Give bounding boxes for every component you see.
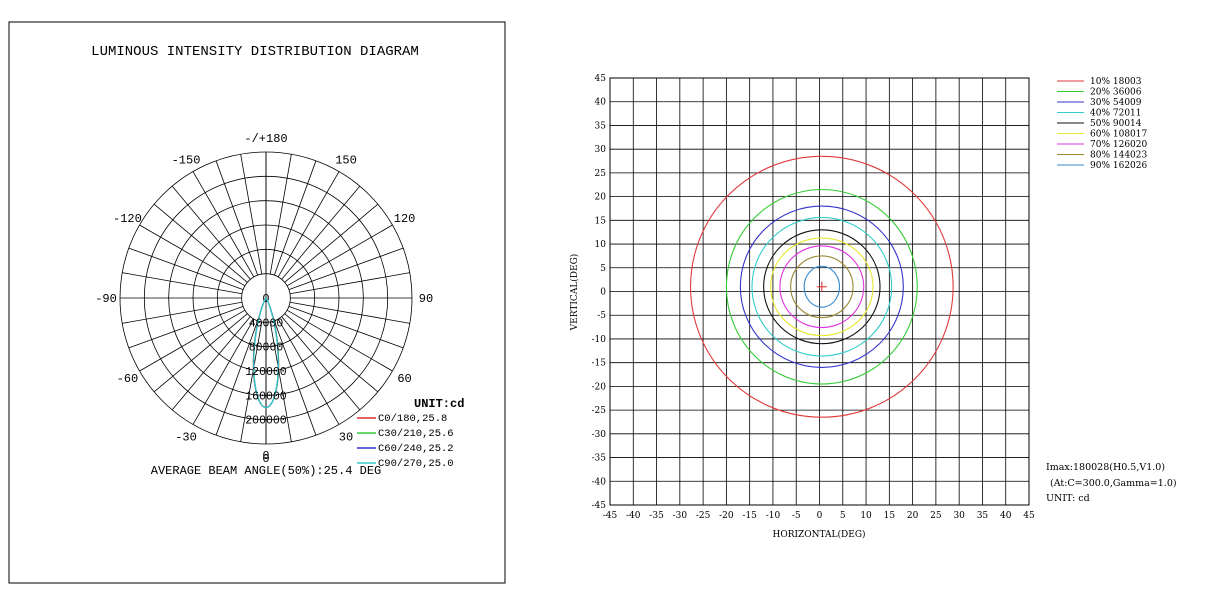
y-tick-label: 10 (595, 240, 607, 250)
y-tick-label: 25 (595, 169, 607, 179)
x-tick-label: 40 (1000, 511, 1012, 521)
x-tick-label: -30 (673, 511, 688, 521)
iso-legend-label: 80% 144023 (1090, 151, 1147, 161)
polar-legend-label: C30/210,25.6 (378, 428, 454, 440)
y-tick-label: 20 (595, 193, 607, 203)
x-tick-label: -35 (649, 511, 664, 521)
polar-tick-label: 160000 (245, 390, 287, 403)
isocandela-chart: -45 -40 -35 -30 -25 -20 -15 -10 -5 0 5 10 15 20 25 30 35… (569, 74, 1177, 540)
y-tick-label: -45 (592, 501, 607, 511)
polar-angle-label: 90 (419, 292, 433, 306)
isocandela-legend: 10% 1800320% 3600630% 5400940% 7201150% … (1057, 77, 1147, 171)
x-tick-label: -25 (696, 511, 711, 521)
polar-tick-label: 40000 (249, 317, 284, 330)
x-tick-label: 25 (930, 511, 942, 521)
polar-legend-label: C90/270,25.0 (378, 458, 454, 470)
y-axis-label: VERTICAL(DEG) (569, 254, 580, 332)
x-tick-label: -10 (766, 511, 781, 521)
x-tick-label: -20 (719, 511, 734, 521)
y-tick-label: -10 (592, 335, 607, 345)
y-tick-label: 35 (595, 121, 607, 131)
iso-legend-label: 20% 36006 (1090, 88, 1142, 98)
iso-legend-label: 90% 162026 (1090, 161, 1147, 171)
y-tick-label: -20 (592, 382, 607, 392)
polar-legend-label: C0/180,25.8 (378, 413, 447, 425)
y-tick-label: 0 (600, 288, 606, 298)
unit-label: UNIT:cd (414, 397, 464, 411)
polar-legend-label: C60/240,25.2 (378, 443, 454, 455)
iso-legend-label: 60% 108017 (1090, 130, 1147, 140)
x-tick-label: -15 (742, 511, 757, 521)
polar-tick-label: 120000 (245, 366, 287, 379)
x-tick-label: 15 (884, 511, 896, 521)
x-tick-label: 0 (817, 511, 823, 521)
x-tick-label: 35 (977, 511, 989, 521)
iso-legend-label: 30% 54009 (1090, 98, 1142, 108)
polar-chart: LUMINOUS INTENSITY DISTRIBUTION DIAGRAM … (8, 21, 506, 584)
isocandela-contours (689, 155, 954, 418)
x-tick-label: 30 (953, 511, 965, 521)
x-tick-label: -5 (792, 511, 801, 521)
polar-title: LUMINOUS INTENSITY DISTRIBUTION DIAGRAM (91, 44, 419, 60)
y-tick-label: -35 (592, 454, 607, 464)
x-tick-label: 10 (860, 511, 872, 521)
imax-info: Imax:180028(H0.5,V1.0) (1046, 462, 1165, 473)
y-tick-label: -40 (592, 477, 607, 487)
y-tick-label: 30 (595, 145, 607, 155)
isocandela-ticks: -45 -40 -35 -30 -25 -20 -15 -10 -5 0 5 10 15 20 25 30 35… (592, 74, 1035, 521)
x-tick-label: 45 (1023, 511, 1035, 521)
polar-angle-label: -60 (117, 372, 139, 386)
polar-angle-label: 60 (397, 372, 411, 386)
y-tick-label: 15 (595, 216, 607, 226)
polar-angle-label: -30 (175, 431, 197, 445)
polar-angle-label: 120 (394, 212, 416, 226)
polar-angle-label: -90 (95, 292, 117, 306)
iso-legend-label: 10% 18003 (1090, 77, 1142, 87)
y-tick-label: -5 (597, 311, 606, 321)
x-tick-label: -45 (603, 511, 618, 521)
polar-tick-label: 200000 (245, 415, 287, 428)
at-info: (At:C=300.0,Gamma=1.0) (1050, 478, 1177, 489)
isocandela-grid (609, 77, 1030, 506)
polar-bottom-zero: 0 (263, 450, 270, 463)
y-tick-label: -15 (592, 359, 607, 369)
polar-angle-label: -150 (172, 153, 201, 167)
iso-legend-label: 70% 126020 (1090, 140, 1147, 150)
x-tick-label: -40 (626, 511, 641, 521)
x-axis-label: HORIZONTAL(DEG) (772, 529, 865, 540)
y-tick-label: -25 (592, 406, 607, 416)
polar-angle-label: 150 (335, 153, 357, 167)
y-tick-label: -30 (592, 430, 607, 440)
polar-angle-label: -/+180 (244, 132, 287, 146)
chart-canvas: LUMINOUS INTENSITY DISTRIBUTION DIAGRAM … (8, 21, 1177, 584)
polar-tick-label: 80000 (249, 342, 284, 355)
unit-info: UNIT: cd (1046, 493, 1090, 504)
polar-angle-label: -120 (113, 212, 142, 226)
y-tick-label: 40 (595, 98, 607, 108)
iso-legend-label: 50% 90014 (1090, 119, 1142, 129)
average-beam-angle: AVERAGE BEAM ANGLE(50%):25.4 DEG (151, 464, 381, 478)
y-tick-label: 5 (600, 264, 606, 274)
iso-legend-label: 40% 72011 (1090, 109, 1142, 119)
y-tick-label: 45 (595, 74, 607, 84)
x-tick-label: 5 (840, 511, 846, 521)
x-tick-label: 20 (907, 511, 919, 521)
polar-angle-label: 30 (339, 431, 353, 445)
